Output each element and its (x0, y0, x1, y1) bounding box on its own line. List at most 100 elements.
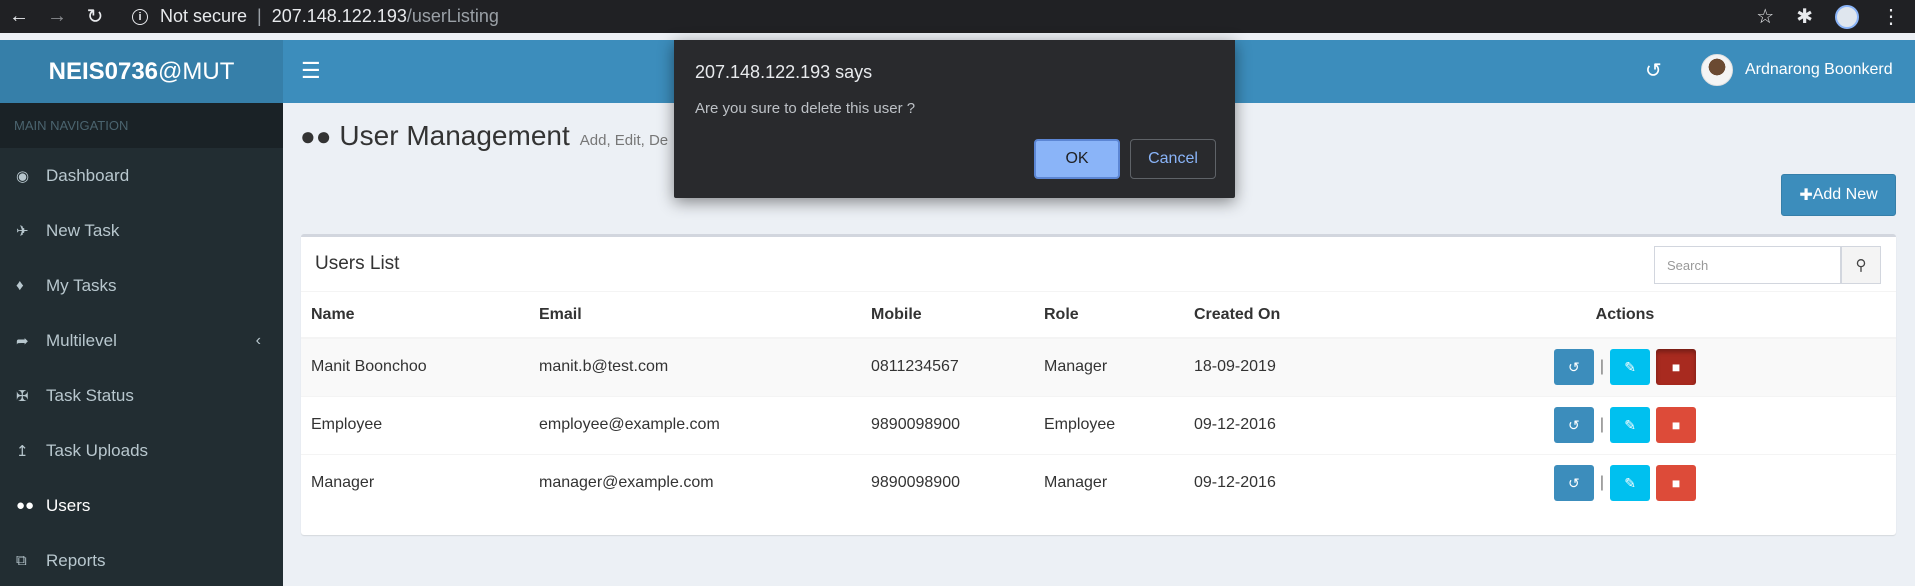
cell-role: Employee (1034, 395, 1184, 454)
sidebar-item-label: Users (46, 495, 91, 515)
cell-email: manager@example.com (529, 453, 861, 512)
add-new-label: Add New (1812, 186, 1878, 203)
bookmark-star-icon[interactable]: ☆ (1756, 4, 1774, 29)
history-button[interactable]: ↺ (1553, 407, 1594, 443)
sidebar-item-reports[interactable]: ⧉ Reports (0, 533, 283, 586)
action-separator: | (1599, 416, 1605, 433)
logo-rest: @MUT (158, 57, 235, 85)
trash-icon: ■ (1671, 475, 1681, 492)
browser-toolbar: ← → ↻ i Not secure | 207.148.122.193/use… (0, 0, 1915, 33)
sidebar-item-label: Task Status (46, 385, 134, 405)
column-header-name[interactable]: Name (301, 292, 529, 339)
profile-avatar-icon[interactable] (1835, 4, 1859, 29)
cell-role: Manager (1034, 453, 1184, 512)
cell-role: Manager (1034, 337, 1184, 396)
cell-actions: ↺ | ✎ ■ (1354, 337, 1896, 396)
sidebar: MAIN NAVIGATION ◉ Dashboard ✈ New Task ♦ My… (0, 103, 283, 586)
delete-button[interactable]: ■ (1656, 407, 1697, 443)
upload-icon: ↥ (16, 442, 29, 460)
sidebar-toggle-icon[interactable]: ☰ (301, 58, 321, 84)
column-header-mobile[interactable]: Mobile (861, 292, 1034, 339)
main-navigation-header: MAIN NAVIGATION (0, 103, 283, 148)
action-separator: | (1599, 474, 1605, 492)
column-header-created-on[interactable]: Created On (1184, 292, 1354, 339)
cell-name: Manager (301, 453, 529, 512)
edit-button[interactable]: ✎ (1610, 407, 1651, 443)
dashboard-icon: ◉ (16, 167, 30, 185)
users-list-box: Users List Search ⚲ Name Email Mobile Ro… (301, 234, 1896, 535)
share-icon: ➦ (16, 332, 29, 350)
cell-mobile: 9890098900 (861, 395, 1034, 454)
table-header-row: Name Email Mobile Role Created On Action… (301, 292, 1896, 339)
history-button[interactable]: ↺ (1553, 465, 1594, 502)
add-new-button[interactable]: ✚ Add New (1781, 174, 1896, 216)
extensions-icon[interactable]: ✱ (1796, 4, 1813, 29)
ticket-icon: ♦ (16, 277, 24, 294)
search-icon: ⚲ (1855, 257, 1867, 274)
cancel-button[interactable]: Cancel (1130, 139, 1216, 179)
ok-button[interactable]: OK (1034, 139, 1120, 179)
edit-button[interactable]: ✎ (1610, 465, 1651, 502)
user-name[interactable]: Ardnarong Boonkerd (1745, 61, 1893, 79)
app-logo[interactable]: NEIS0736 @MUT (0, 40, 283, 103)
plus-icon: ✚ (1799, 187, 1813, 204)
sidebar-item-label: Dashboard (46, 165, 130, 185)
cell-actions: ↺ | ✎ ■ (1354, 395, 1896, 454)
cell-name: Manit Boonchoo (301, 337, 529, 396)
search-input[interactable]: Search (1654, 246, 1841, 284)
cell-email: manit.b@test.com (529, 337, 861, 396)
sidebar-item-multilevel[interactable]: ➦ Multilevel ‹ (0, 313, 283, 368)
action-separator: | (1599, 358, 1605, 376)
cell-actions: ↺ | ✎ ■ (1354, 453, 1896, 512)
users-table: Name Email Mobile Role Created On Action… (301, 292, 1896, 512)
cell-mobile: 0811234567 (861, 337, 1034, 396)
edit-button[interactable]: ✎ (1610, 349, 1651, 386)
users-icon: ●● (300, 121, 332, 151)
table-row: Manit Boonchoo manit.b@test.com 08112345… (301, 337, 1896, 396)
menu-kebab-icon[interactable]: ⋮ (1881, 4, 1901, 29)
delete-button[interactable]: ■ (1656, 349, 1697, 386)
cell-email: employee@example.com (529, 395, 861, 454)
address-bar[interactable]: 207.148.122.193/userListing (272, 6, 499, 27)
files-icon: ⧉ (16, 552, 27, 569)
history-icon[interactable]: ↺ (1645, 58, 1662, 83)
url-path: /userListing (406, 6, 499, 26)
sidebar-item-my-tasks[interactable]: ♦ My Tasks (0, 258, 283, 313)
history-button[interactable]: ↺ (1553, 349, 1594, 386)
sidebar-item-label: Task Uploads (46, 440, 149, 460)
users-list-title: Users List (315, 253, 400, 274)
sidebar-item-dashboard[interactable]: ◉ Dashboard (0, 148, 283, 203)
dialog-title: 207.148.122.193 says (695, 62, 873, 82)
sidebar-item-task-uploads[interactable]: ↥ Task Uploads (0, 423, 283, 478)
sidebar-item-task-status[interactable]: ✠ Task Status (0, 368, 283, 423)
cell-created-on: 09-12-2016 (1184, 395, 1354, 454)
cell-created-on: 09-12-2016 (1184, 453, 1354, 512)
column-header-actions: Actions (1354, 292, 1896, 339)
user-avatar[interactable] (1701, 54, 1733, 86)
column-header-email[interactable]: Email (529, 292, 861, 339)
sidebar-item-label: My Tasks (46, 275, 117, 295)
pencil-icon: ✎ (1624, 416, 1636, 433)
logo-bold: NEIS0736 (48, 57, 159, 85)
info-icon[interactable]: i (132, 8, 148, 25)
search-button[interactable]: ⚲ (1841, 246, 1881, 284)
sidebar-item-label: Reports (46, 550, 106, 570)
not-secure-label[interactable]: Not secure (160, 6, 247, 27)
delete-button[interactable]: ■ (1656, 465, 1697, 502)
page-header: ●● User Management Add, Edit, De (300, 120, 668, 152)
confirm-dialog: 207.148.122.193 says Are you sure to del… (674, 40, 1235, 198)
cell-mobile: 9890098900 (861, 453, 1034, 512)
history-icon: ↺ (1568, 474, 1580, 491)
page-subtitle: Add, Edit, De (579, 132, 669, 149)
cell-name: Employee (301, 395, 529, 454)
column-header-role[interactable]: Role (1034, 292, 1184, 339)
table-row: Employee employee@example.com 9890098900… (301, 395, 1896, 454)
reload-icon[interactable]: ↻ (76, 0, 114, 33)
page-title: User Management (339, 120, 570, 151)
sidebar-item-new-task[interactable]: ✈ New Task (0, 203, 283, 258)
pencil-icon: ✎ (1624, 474, 1636, 491)
forward-icon[interactable]: → (38, 0, 76, 33)
back-icon[interactable]: ← (0, 0, 38, 33)
sidebar-item-label: New Task (46, 220, 120, 240)
sidebar-item-users[interactable]: ●● Users (0, 478, 283, 533)
